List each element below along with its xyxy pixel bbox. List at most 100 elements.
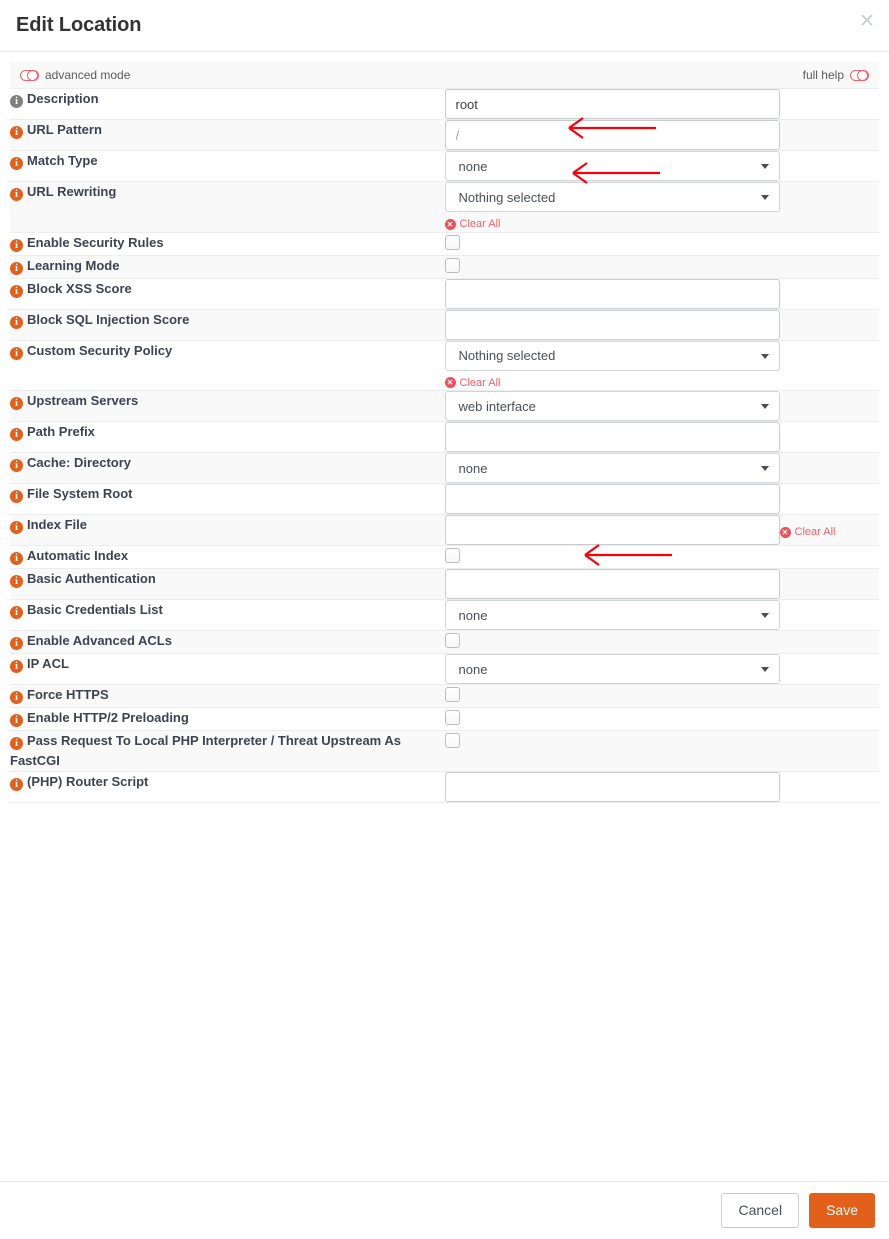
info-icon[interactable]: i [10, 778, 23, 791]
form-row-description: i Description [10, 89, 879, 120]
info-icon[interactable]: i [10, 521, 23, 534]
input-basic-authentication[interactable] [444, 569, 780, 599]
info-icon[interactable]: i [10, 714, 23, 727]
field-label-pass-request-to-local-php-interpreter-threat-ups: i Pass Request To Local PHP Interpreter /… [10, 731, 445, 771]
info-icon[interactable]: i [10, 284, 23, 298]
form-row-automatic-index: i Automatic Index [10, 546, 879, 569]
chevron-down-icon [760, 613, 769, 618]
label-cell: i Basic Credentials List [10, 600, 445, 631]
close-circle-icon: ✕ [779, 526, 791, 538]
form-row-match-type: i Match Type none [10, 151, 879, 182]
info-icon[interactable]: i [10, 261, 23, 275]
info-icon[interactable]: i [10, 157, 23, 170]
field-label-upstream-servers: i Upstream Servers [10, 391, 445, 411]
chevron-down-icon [760, 466, 769, 471]
field-cell [444, 685, 880, 708]
info-icon[interactable]: i [10, 575, 23, 588]
form-row-block-xss-score: i Block XSS Score [10, 278, 879, 309]
full-help-toggle[interactable]: full help [803, 68, 869, 82]
clear-all-button[interactable]: ✕ Clear All [779, 526, 836, 538]
toggle-switch-icon[interactable] [20, 69, 39, 82]
cancel-button[interactable]: Cancel [721, 1193, 800, 1228]
close-circle-icon: ✕ [444, 218, 456, 230]
info-icon[interactable]: i [10, 315, 23, 329]
info-icon[interactable]: i [10, 126, 23, 139]
input-php-router-script[interactable] [444, 772, 780, 802]
field-label-text: Enable Advanced ACLs [27, 633, 172, 648]
clear-all-button[interactable]: ✕ Clear All [444, 218, 500, 230]
field-label-text: URL Rewriting [27, 184, 117, 199]
label-cell: i Custom Security Policy [10, 340, 445, 391]
checkbox-enable-security-rules[interactable] [444, 234, 460, 250]
select-value: Nothing selected [458, 348, 556, 363]
info-icon[interactable]: i [10, 95, 23, 108]
input-file-system-root[interactable] [444, 484, 780, 514]
field-label-description: i Description [10, 89, 445, 109]
field-label-text: Basic Authentication [27, 571, 156, 586]
info-icon[interactable]: i [10, 428, 23, 441]
select-url-rewriting[interactable]: Nothing selected [444, 182, 780, 212]
field-label-cache-directory: i Cache: Directory [10, 453, 445, 473]
info-icon[interactable]: i [10, 552, 23, 565]
select-cache-directory[interactable]: none [444, 453, 780, 483]
info-icon[interactable]: i [10, 459, 23, 472]
field-cell [444, 422, 880, 453]
select-value: Nothing selected [458, 189, 556, 205]
field-cell [444, 569, 880, 600]
label-cell: i Enable Advanced ACLs [10, 631, 445, 654]
info-icon[interactable]: i [10, 188, 23, 201]
close-icon[interactable]: ✕ [855, 10, 879, 34]
info-icon[interactable]: i [10, 637, 23, 650]
advanced-mode-toggle[interactable]: advanced mode [20, 68, 130, 82]
label-cell: i Description [10, 89, 445, 120]
input-path-prefix[interactable] [444, 422, 780, 452]
input-description[interactable] [444, 89, 780, 119]
settings-form-table: advanced mode full help i Description i URL P… [10, 62, 879, 803]
info-icon[interactable]: i [10, 691, 23, 704]
clear-all-label: Clear All [794, 526, 836, 538]
field-label-text: Pass Request To Local PHP Interpreter / … [10, 733, 401, 768]
input-index-file[interactable] [444, 515, 780, 545]
input-block-sql-injection-score[interactable] [444, 309, 780, 340]
info-icon[interactable]: i [10, 490, 23, 503]
field-label-automatic-index: i Automatic Index [10, 546, 445, 566]
form-row-upstream-servers: i Upstream Servers web interface [10, 390, 879, 422]
field-cell: ✕ Clear All [444, 515, 880, 546]
info-icon[interactable]: i [10, 660, 23, 673]
field-cell [444, 120, 880, 151]
label-cell: i Block XSS Score [10, 278, 445, 309]
checkbox-force-https[interactable] [444, 687, 460, 702]
select-basic-credentials-list[interactable]: none [444, 600, 780, 630]
checkbox-pass-request-to-local-php-interpreter-threat-ups[interactable] [444, 733, 460, 748]
select-ip-acl[interactable]: none [444, 654, 780, 684]
save-button[interactable]: Save [809, 1193, 875, 1228]
chevron-down-icon [760, 404, 769, 409]
clear-all-button[interactable]: ✕ Clear All [444, 377, 500, 389]
label-cell: i Force HTTPS [10, 685, 445, 708]
field-cell [444, 731, 880, 772]
label-cell: i Path Prefix [10, 422, 445, 453]
checkbox-enable-http-2-preloading[interactable] [444, 710, 460, 725]
input-block-xss-score[interactable] [444, 278, 780, 309]
select-custom-security-policy[interactable]: Nothing selected [444, 340, 780, 371]
field-label-file-system-root: i File System Root [10, 484, 445, 504]
input-url-pattern[interactable] [444, 120, 780, 150]
field-label-text: Block SQL Injection Score [27, 311, 190, 327]
field-label-text: Basic Credentials List [27, 602, 163, 617]
field-label-url-rewriting: i URL Rewriting [10, 182, 445, 202]
info-icon[interactable]: i [10, 238, 23, 252]
checkbox-enable-advanced-acls[interactable] [444, 633, 460, 648]
info-icon[interactable]: i [10, 606, 23, 619]
select-match-type[interactable]: none [444, 151, 780, 181]
select-upstream-servers[interactable]: web interface [444, 391, 780, 421]
toggle-switch-icon[interactable] [850, 69, 869, 82]
info-icon[interactable]: i [10, 397, 23, 410]
form-row-basic-authentication: i Basic Authentication [10, 568, 880, 600]
checkbox-automatic-index[interactable] [444, 548, 460, 563]
info-icon[interactable]: i [10, 737, 23, 750]
info-icon[interactable]: i [10, 346, 23, 360]
checkbox-learning-mode[interactable] [444, 257, 460, 273]
field-label-text: (PHP) Router Script [27, 774, 149, 789]
form-row-pass-request-to-local-php-interpreter-threat-ups: i Pass Request To Local PHP Interpreter /… [10, 730, 880, 772]
field-cell: none [444, 151, 880, 182]
